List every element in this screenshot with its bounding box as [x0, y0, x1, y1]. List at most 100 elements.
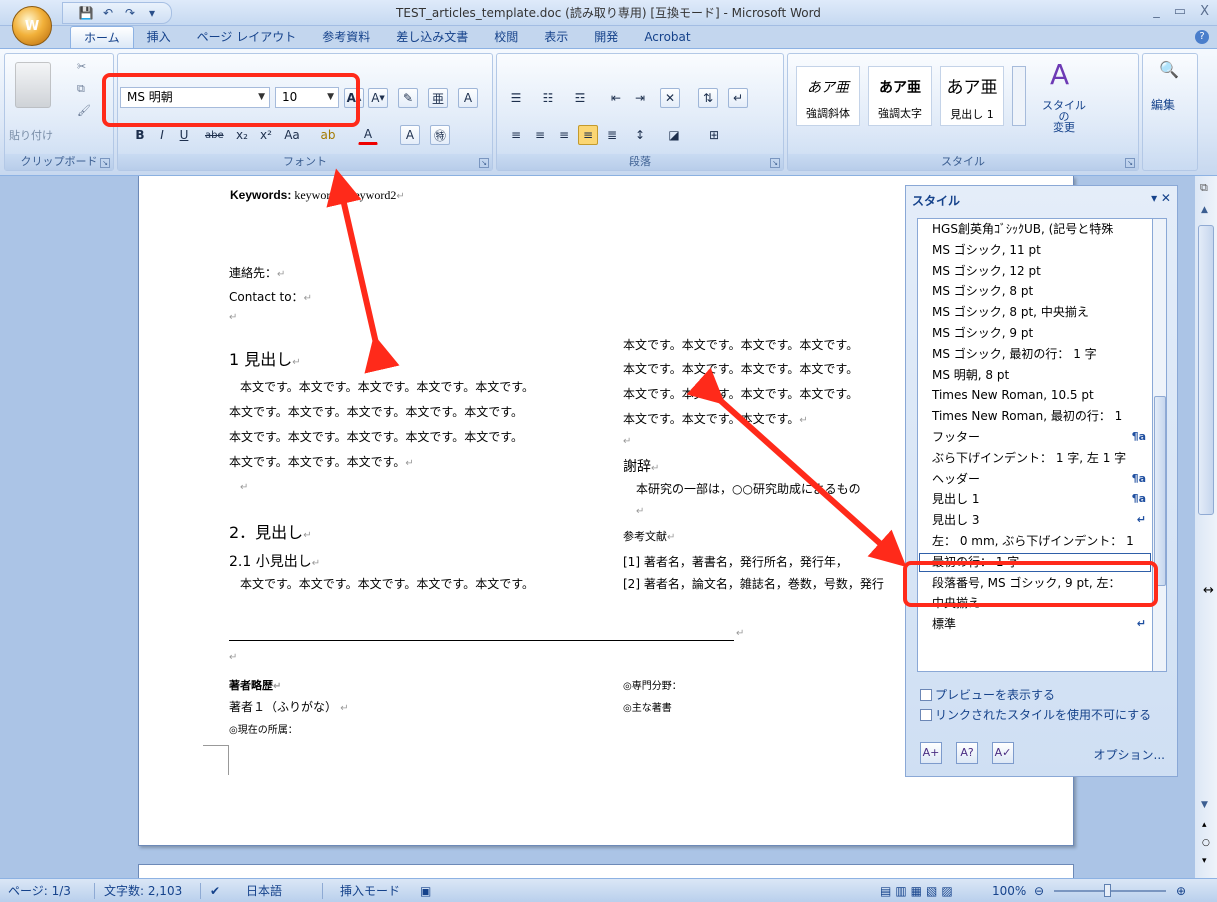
style-list-item[interactable]: MS ゴシック, 最初の行： 1 字 [918, 344, 1152, 365]
paste-label[interactable]: 貼り付け [5, 127, 67, 143]
style-list-item[interactable]: ヘッダー ¶a [918, 469, 1152, 490]
underline-button[interactable]: U [174, 125, 194, 145]
insert-mode[interactable]: 挿入モード [340, 879, 400, 902]
style-list-item[interactable]: ぶら下げインデント： 1 字, 左 1 字 [918, 448, 1152, 469]
tab-review[interactable]: 校閲 [481, 26, 531, 48]
page-indicator[interactable]: ページ: 1/3 [8, 879, 71, 902]
cut-icon[interactable]: ✂ [77, 60, 91, 74]
zoom-out-icon[interactable]: ⊖ [1034, 879, 1044, 902]
style-list-item[interactable]: フッター ¶a [918, 427, 1152, 448]
checkbox-icon[interactable] [920, 688, 932, 701]
change-case-button[interactable]: Aa [282, 125, 302, 145]
close-button[interactable]: X [1200, 4, 1209, 19]
style-list-item[interactable]: MS ゴシック, 11 pt [918, 240, 1152, 261]
qat-customize[interactable]: ▾ [143, 5, 161, 21]
enclose-char-button[interactable]: ㊕ [430, 125, 450, 145]
clear-format-button[interactable]: ✎ [398, 88, 418, 108]
tab-view[interactable]: 表示 [531, 26, 581, 48]
style-list-item[interactable]: 標準 ↵ [918, 614, 1152, 635]
char-shading-button[interactable]: A [400, 125, 420, 145]
macro-record-icon[interactable]: ▣ [420, 879, 431, 902]
numbering-button[interactable]: ☷ [538, 88, 558, 108]
zoom-in-icon[interactable]: ⊕ [1176, 879, 1186, 902]
style-list-item[interactable]: Times New Roman, 最初の行： 1 [918, 406, 1152, 427]
subscript-button[interactable]: x₂ [232, 125, 252, 145]
close-icon[interactable]: ▾ ✕ [1151, 191, 1171, 205]
styles-launcher-icon[interactable]: ↘ [1125, 158, 1135, 168]
highlight-color-button[interactable]: ab [318, 125, 338, 145]
tab-references[interactable]: 参考資料 [309, 26, 383, 48]
bullets-button[interactable]: ☰ [506, 88, 526, 108]
edit-label[interactable]: 編集 [1151, 96, 1175, 113]
zoom-level[interactable]: 100% [992, 879, 1026, 902]
tab-developer[interactable]: 開発 [581, 26, 631, 48]
ruler-toggle-icon[interactable]: ⧉ [1200, 181, 1208, 195]
scroll-thumb[interactable] [1198, 225, 1214, 515]
word-count[interactable]: 文字数: 2,103 [104, 879, 182, 902]
char-scaling-button[interactable]: ✕ [660, 88, 680, 108]
style-list-item[interactable]: Times New Roman, 10.5 pt [918, 385, 1152, 406]
styles-gallery-scroll[interactable] [1012, 66, 1026, 126]
style-list-item[interactable]: 左： 0 mm, ぶら下げインデント： 1 [918, 531, 1152, 552]
minimize-button[interactable]: _ [1153, 4, 1160, 19]
manage-styles-button[interactable]: A✓ [992, 742, 1014, 764]
prev-page-icon[interactable]: ▴ [1202, 820, 1207, 830]
style-list-item[interactable]: MS ゴシック, 8 pt [918, 281, 1152, 302]
redo-icon[interactable]: ↷ [121, 5, 139, 21]
show-preview-checkbox[interactable]: プレビューを表示する [920, 686, 1055, 703]
style-list-item[interactable]: HGS創英角ｺﾞｼｯｸUB, (記号と特殊 [918, 219, 1152, 240]
view-buttons[interactable]: ▤▥▦▧▨ [880, 879, 957, 902]
scroll-up-icon[interactable]: ▲ [1201, 205, 1208, 215]
next-page-icon[interactable]: ▾ [1202, 856, 1207, 866]
italic-button[interactable]: I [152, 125, 172, 145]
char-border-button[interactable]: A [458, 88, 478, 108]
proofing-icon[interactable]: ✔ [210, 879, 220, 902]
strikethrough-button[interactable]: abe [204, 125, 225, 145]
superscript-button[interactable]: x² [256, 125, 276, 145]
style-inspector-button[interactable]: A? [956, 742, 978, 764]
format-painter-icon[interactable]: 🖌 [77, 104, 91, 118]
align-center-button[interactable]: ≡ [530, 125, 550, 145]
language[interactable]: 日本語 [246, 879, 282, 902]
style-heading-1[interactable]: あア亜 見出し 1 [940, 66, 1004, 126]
borders-button[interactable]: ⊞ [704, 125, 724, 145]
shading-button[interactable]: ◪ [664, 125, 684, 145]
undo-icon[interactable]: ↶ [99, 5, 117, 21]
tab-acrobat[interactable]: Acrobat [631, 26, 703, 48]
show-marks-button[interactable]: ↵ [728, 88, 748, 108]
style-emphasis-bold[interactable]: あア亜 強調太字 [868, 66, 932, 126]
help-icon[interactable]: ? [1195, 30, 1209, 44]
style-list-item[interactable]: MS ゴシック, 9 pt [918, 323, 1152, 344]
find-icon[interactable]: 🔍 [1159, 60, 1179, 79]
copy-icon[interactable]: ⧉ [77, 82, 91, 96]
change-styles-label[interactable]: スタイルの 変更 [1040, 100, 1088, 133]
font-launcher-icon[interactable]: ↘ [479, 158, 489, 168]
tab-home[interactable]: ホーム [70, 26, 134, 48]
style-list-item[interactable]: 見出し 1 ¶a [918, 489, 1152, 510]
tab-insert[interactable]: 挿入 [134, 26, 184, 48]
decrease-indent-button[interactable]: ⇤ [606, 88, 626, 108]
restore-button[interactable]: ▭ [1174, 4, 1186, 19]
clipboard-launcher-icon[interactable]: ↘ [100, 158, 110, 168]
distributed-button[interactable]: ≣ [602, 125, 622, 145]
office-button[interactable]: W [12, 6, 52, 46]
tab-page-layout[interactable]: ページ レイアウト [184, 26, 310, 48]
change-styles-icon[interactable]: A [1050, 58, 1069, 91]
font-color-button[interactable]: A [358, 125, 378, 145]
paste-icon[interactable] [15, 62, 51, 108]
new-style-button[interactable]: A+ [920, 742, 942, 764]
zoom-slider-thumb[interactable] [1104, 884, 1111, 897]
style-list-item[interactable]: MS 明朝, 8 pt [918, 365, 1152, 386]
style-emphasis-italic[interactable]: あア亜 強調斜体 [796, 66, 860, 126]
sort-button[interactable]: ⇅ [698, 88, 718, 108]
browse-object-icon[interactable]: ○ [1202, 838, 1210, 848]
disable-linked-checkbox[interactable]: リンクされたスタイルを使用不可にする [920, 706, 1151, 723]
style-list-item[interactable]: MS ゴシック, 12 pt [918, 261, 1152, 282]
justify-button[interactable]: ≡ [578, 125, 598, 145]
increase-indent-button[interactable]: ⇥ [630, 88, 650, 108]
style-list-item[interactable]: 見出し 3 ↵ [918, 510, 1152, 531]
paragraph-launcher-icon[interactable]: ↘ [770, 158, 780, 168]
bold-button[interactable]: B [130, 125, 150, 145]
options-link[interactable]: オプション... [1094, 746, 1165, 763]
styles-list-scroll-thumb[interactable] [1154, 396, 1166, 586]
